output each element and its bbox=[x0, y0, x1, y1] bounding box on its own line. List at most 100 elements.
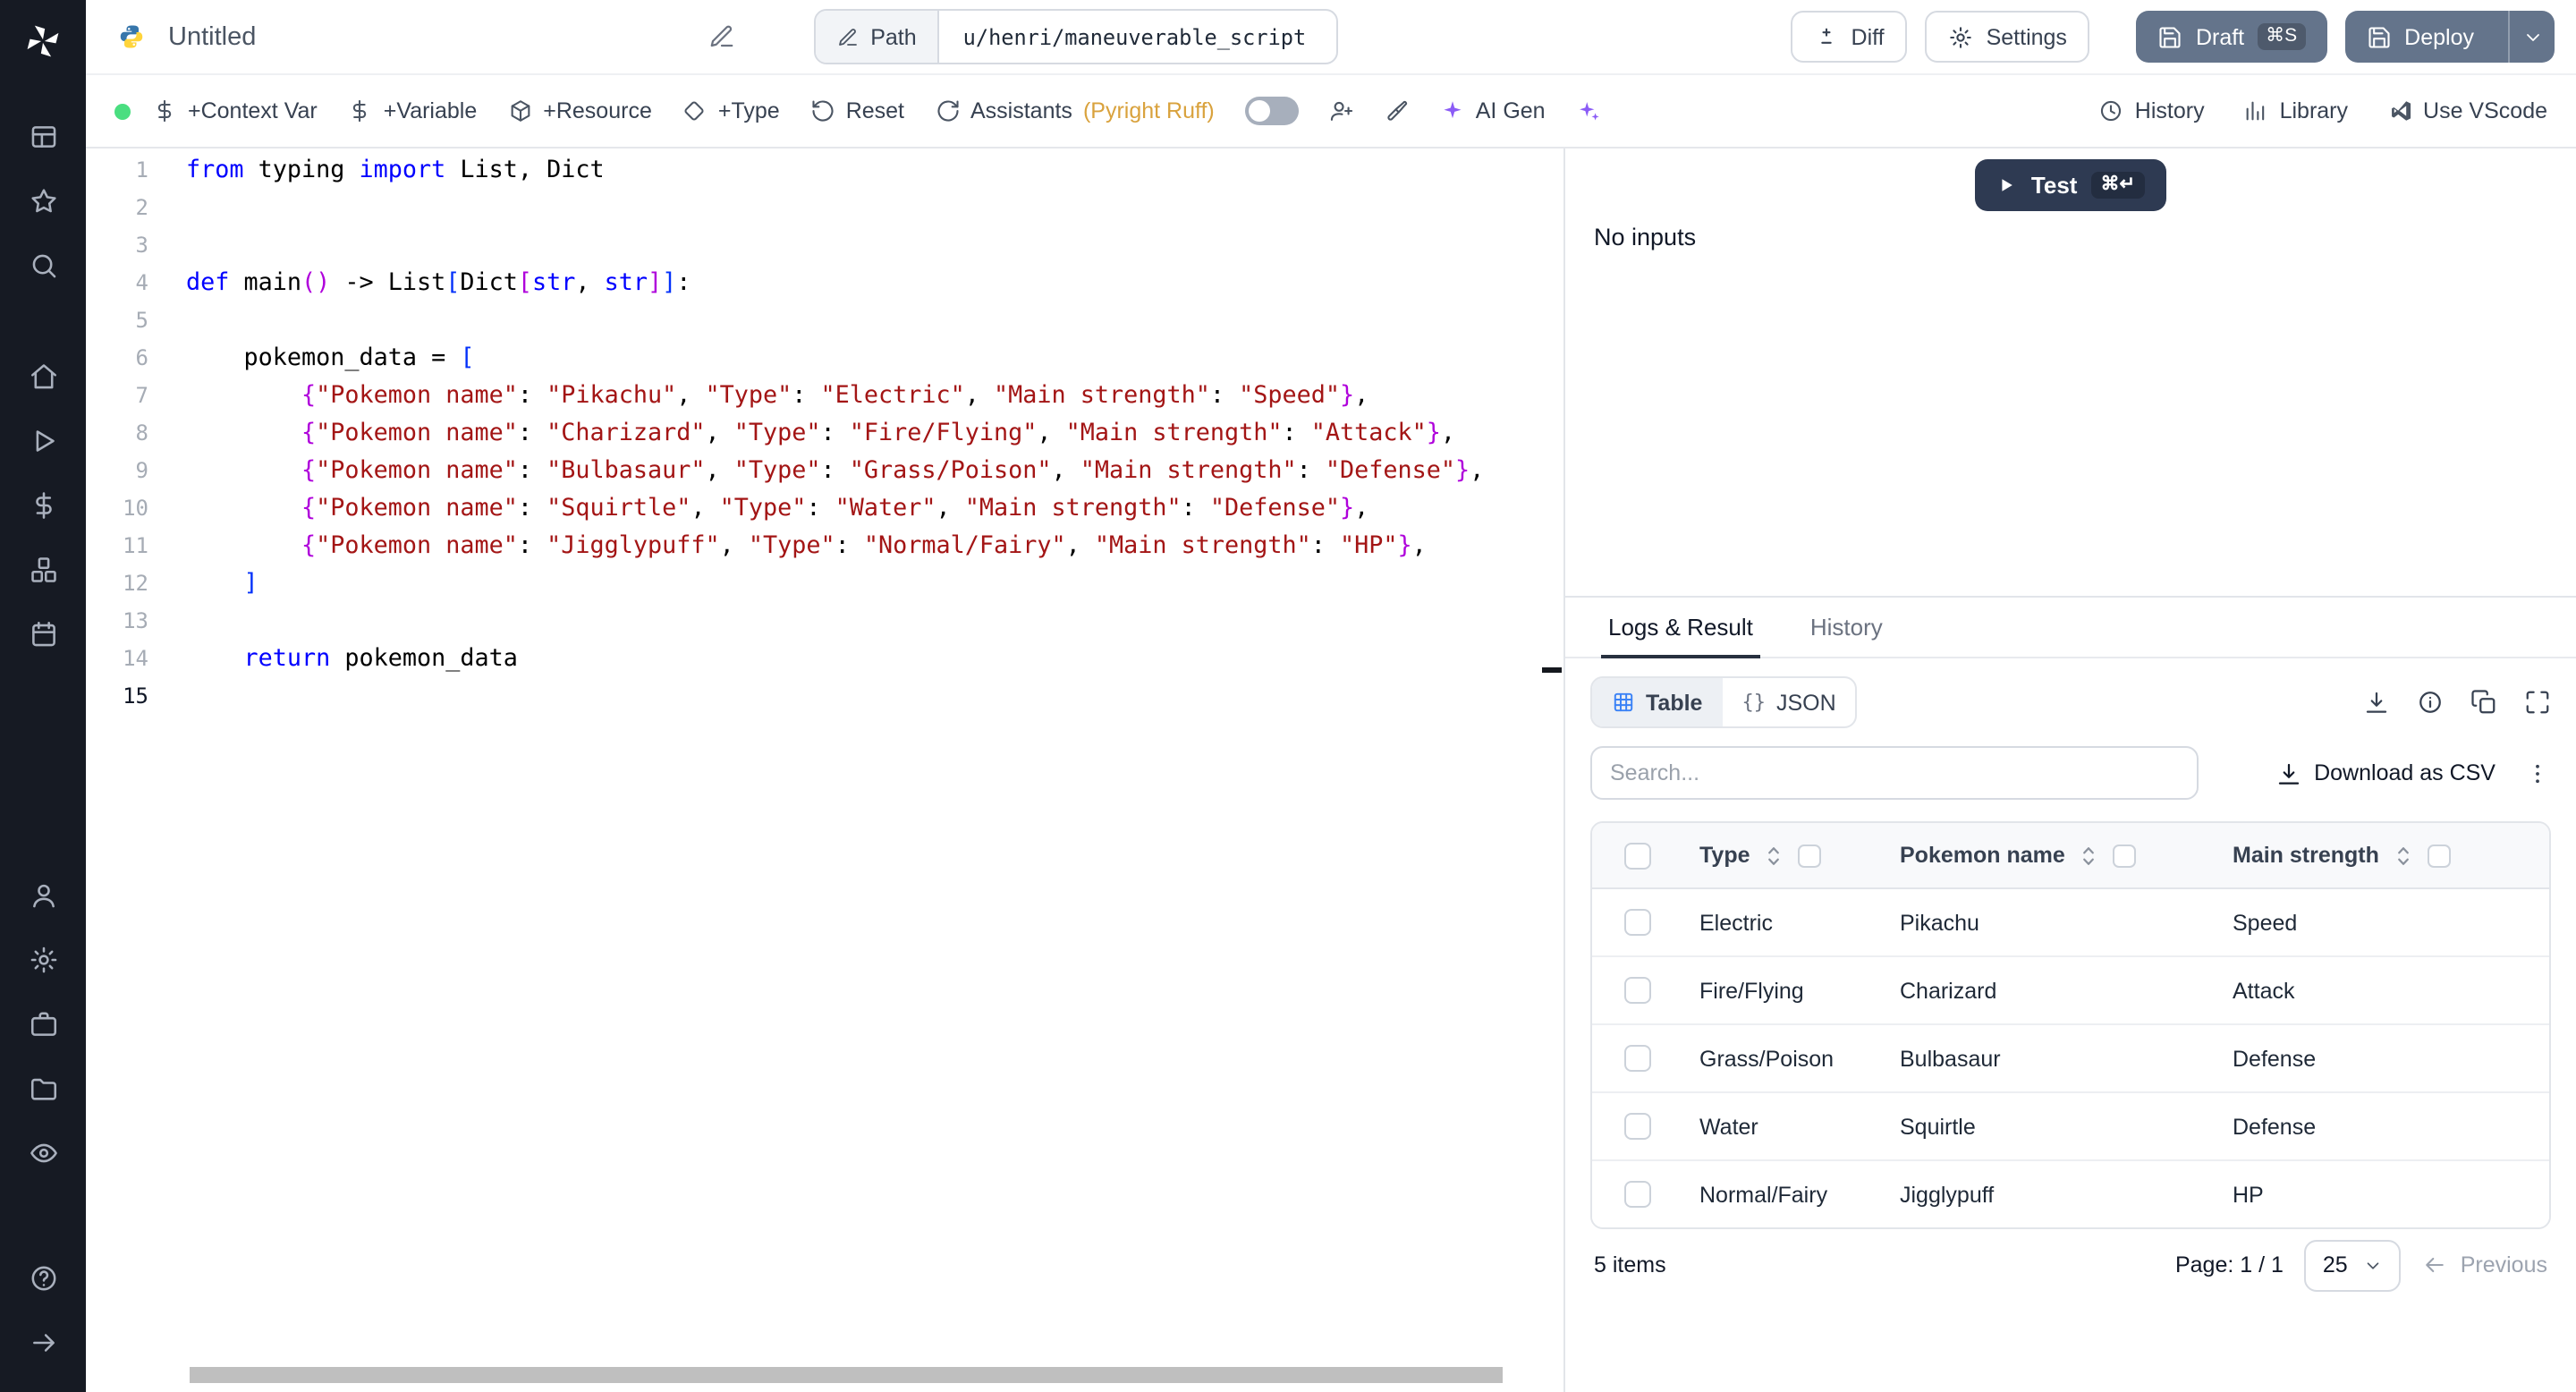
assistants-toggle[interactable] bbox=[1244, 97, 1299, 125]
reset-button[interactable]: Reset bbox=[810, 98, 904, 123]
dollar-icon bbox=[28, 489, 58, 520]
settings-button[interactable]: Settings bbox=[1925, 11, 2090, 63]
sidebar-apps-button[interactable] bbox=[13, 109, 73, 163]
app-logo[interactable] bbox=[16, 14, 70, 68]
sidebar-schedules-button[interactable] bbox=[13, 607, 73, 660]
sidebar-home-button[interactable] bbox=[13, 349, 73, 403]
view-toggle-row: Table {} JSON bbox=[1590, 676, 2551, 728]
calendar-icon bbox=[28, 618, 58, 649]
refresh-icon bbox=[935, 98, 960, 123]
deploy-dropdown-button[interactable] bbox=[2508, 11, 2555, 63]
sidebar-folders-button[interactable] bbox=[13, 1061, 73, 1115]
draft-shortcut-badge: ⌘S bbox=[2257, 23, 2307, 50]
sort-icon[interactable] bbox=[2390, 842, 2417, 869]
copy-icon[interactable] bbox=[2470, 689, 2497, 716]
checkbox[interactable] bbox=[1623, 1113, 1650, 1140]
sidebar-workers-button[interactable] bbox=[13, 997, 73, 1050]
test-shortcut-badge: ⌘↵ bbox=[2091, 172, 2145, 199]
code-line: 1 from typing import List, Dict bbox=[86, 152, 1563, 190]
sort-icon[interactable] bbox=[2076, 842, 2103, 869]
checkbox[interactable] bbox=[1623, 909, 1650, 936]
diff-button[interactable]: Diff bbox=[1790, 11, 1908, 63]
add-variable-button[interactable]: +Variable bbox=[348, 98, 477, 123]
history-button[interactable]: History bbox=[2099, 98, 2205, 123]
assistants-label[interactable]: Assistants (Pyright Ruff) bbox=[935, 98, 1215, 123]
download-result-icon[interactable] bbox=[2363, 689, 2390, 716]
sidebar-help-button[interactable] bbox=[13, 1251, 73, 1304]
horizontal-scrollbar[interactable] bbox=[190, 1367, 1503, 1383]
brush-icon bbox=[1385, 98, 1410, 123]
code-editor[interactable]: 1 from typing import List, Dict 2 3 4 def mai… bbox=[86, 149, 1563, 716]
sidebar-search-button[interactable] bbox=[13, 238, 73, 292]
info-icon[interactable] bbox=[2417, 689, 2444, 716]
download-csv-button[interactable]: Download as CSV bbox=[2275, 760, 2496, 786]
library-button[interactable]: Library bbox=[2244, 98, 2348, 123]
sidebar-expand-button[interactable] bbox=[13, 1315, 73, 1369]
view-toggle-json[interactable]: {} JSON bbox=[1722, 678, 1855, 726]
checkbox[interactable] bbox=[1798, 844, 1822, 867]
add-type-button[interactable]: +Type bbox=[682, 98, 780, 123]
line-number: 10 bbox=[123, 496, 148, 521]
add-context-var-button[interactable]: +Context Var bbox=[152, 98, 318, 123]
sidebar-favorites-button[interactable] bbox=[13, 174, 73, 227]
arrow-left-icon bbox=[2423, 1252, 2448, 1277]
use-vscode-button[interactable]: Use VScode bbox=[2387, 98, 2547, 123]
table-cell: Charizard bbox=[1900, 978, 1997, 1003]
star-icon bbox=[28, 185, 58, 216]
sidebar-audit-button[interactable] bbox=[13, 1125, 73, 1179]
sidebar-runs-button[interactable] bbox=[13, 413, 73, 467]
column-header[interactable]: Pokemon name bbox=[1882, 842, 2215, 869]
tab-history[interactable]: History bbox=[1782, 598, 1911, 657]
home-icon bbox=[28, 361, 58, 391]
deploy-button[interactable]: Deploy bbox=[2345, 11, 2555, 63]
sort-icon[interactable] bbox=[1761, 842, 1788, 869]
code-line: 6 pokemon_data = [ bbox=[86, 340, 1563, 378]
more-options-button[interactable] bbox=[2524, 760, 2551, 786]
view-toggle-table[interactable]: Table bbox=[1592, 678, 1723, 726]
ai-sparkles-button[interactable] bbox=[1576, 98, 1601, 123]
checkbox[interactable] bbox=[2113, 844, 2137, 867]
dollar-icon bbox=[348, 98, 373, 123]
expand-icon[interactable] bbox=[2524, 689, 2551, 716]
checkbox[interactable] bbox=[2427, 844, 2451, 867]
checkbox[interactable] bbox=[1623, 1045, 1650, 1072]
path-label[interactable]: Path bbox=[815, 11, 940, 63]
multiplayer-button[interactable] bbox=[1329, 98, 1354, 123]
line-number: 2 bbox=[135, 195, 148, 220]
sidebar-resources-button[interactable] bbox=[13, 542, 73, 596]
tab-logs-result[interactable]: Logs & Result bbox=[1580, 598, 1782, 658]
result-table-header: Type Pokemon name Main strength bbox=[1592, 823, 2549, 889]
line-number: 6 bbox=[135, 345, 148, 370]
line-number: 4 bbox=[135, 270, 148, 295]
previous-page-button[interactable]: Previous bbox=[2423, 1252, 2547, 1277]
path-control[interactable]: Path u/henri/maneuverable_script bbox=[813, 9, 1339, 64]
column-header[interactable]: Type bbox=[1682, 842, 1882, 869]
page-size-select[interactable]: 25 bbox=[2304, 1239, 2402, 1291]
chevron-down-icon bbox=[2521, 26, 2543, 47]
clock-icon bbox=[2099, 98, 2124, 123]
draft-button[interactable]: Draft ⌘S bbox=[2136, 11, 2328, 63]
sidebar-variables-button[interactable] bbox=[13, 478, 73, 531]
items-count: 5 items bbox=[1594, 1252, 1666, 1277]
apps-grid-icon bbox=[28, 121, 58, 151]
diff-icon bbox=[1814, 24, 1839, 49]
vscode-icon bbox=[2387, 98, 2412, 123]
ai-gen-button[interactable]: AI Gen bbox=[1440, 98, 1546, 123]
add-resource-button[interactable]: +Resource bbox=[507, 98, 652, 123]
test-button[interactable]: Test ⌘↵ bbox=[1975, 159, 2166, 211]
column-header[interactable]: Main strength bbox=[2215, 842, 2549, 869]
table-cell: Grass/Poison bbox=[1699, 1046, 1835, 1071]
code-line: 4 def main() -> List[Dict[str, str]]: bbox=[86, 265, 1563, 302]
checkbox[interactable] bbox=[1623, 842, 1650, 869]
sparkles-icon bbox=[1576, 98, 1601, 123]
checkbox[interactable] bbox=[1623, 1181, 1650, 1208]
edit-title-button[interactable] bbox=[708, 23, 734, 50]
play-icon bbox=[1997, 175, 2017, 195]
sidebar-settings-button[interactable] bbox=[13, 932, 73, 986]
code-line: 8 {"Pokemon name": "Charizard", "Type": … bbox=[86, 415, 1563, 453]
search-input[interactable] bbox=[1590, 746, 2199, 800]
format-code-button[interactable] bbox=[1385, 98, 1410, 123]
path-input[interactable]: u/henri/maneuverable_script bbox=[940, 11, 1337, 63]
sidebar-user-button[interactable] bbox=[13, 868, 73, 921]
checkbox[interactable] bbox=[1623, 977, 1650, 1004]
